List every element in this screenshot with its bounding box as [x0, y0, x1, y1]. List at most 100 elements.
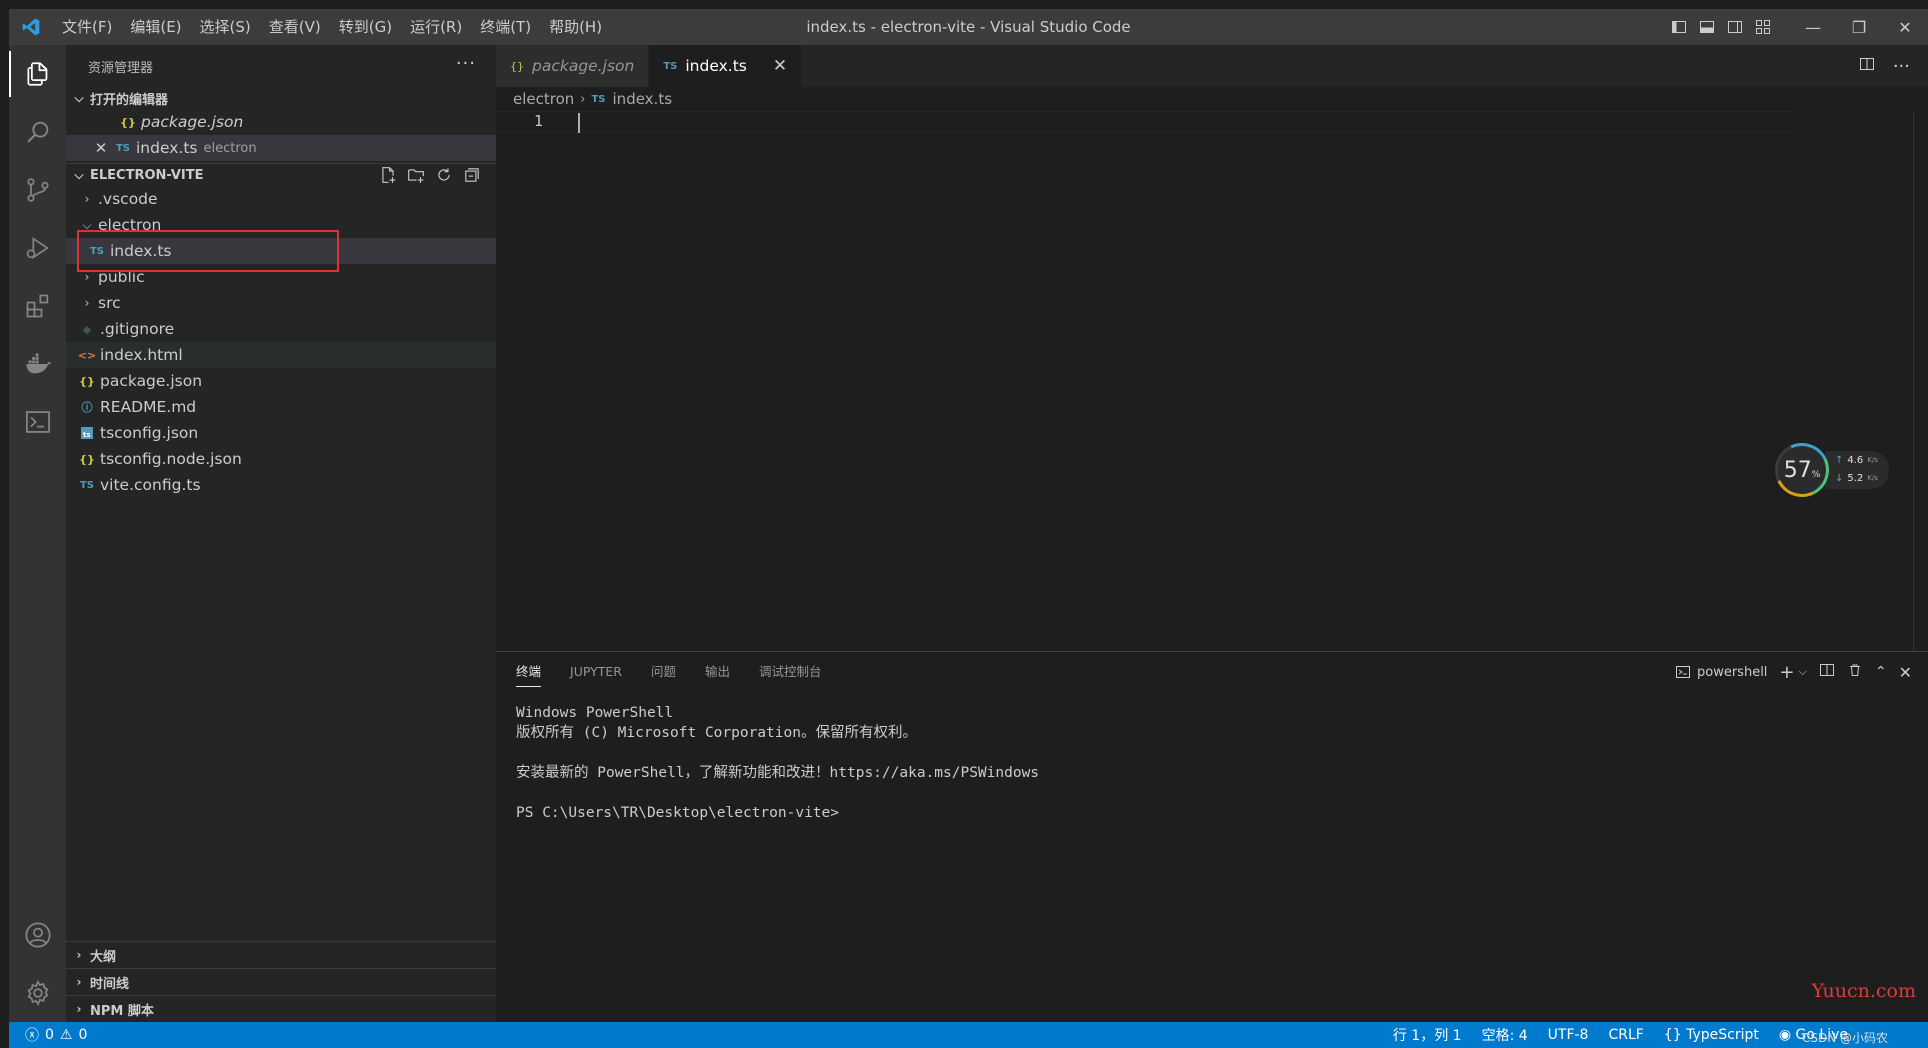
usage-gauge: 57% — [1767, 435, 1837, 505]
close-tab-icon[interactable]: ✕ — [773, 56, 787, 76]
search-icon[interactable] — [9, 103, 66, 161]
title-controls: — ❐ ✕ — [1666, 9, 1928, 45]
tree-file-index-html[interactable]: <> index.html — [66, 342, 496, 368]
tree-folder-src[interactable]: › src — [66, 290, 496, 316]
explorer-icon[interactable] — [9, 45, 66, 103]
encoding[interactable]: UTF-8 — [1548, 1027, 1589, 1043]
menu-run[interactable]: 运行(R) — [401, 9, 471, 45]
tree-file-readme[interactable]: ⓘ README.md — [66, 394, 496, 420]
terminal-selector[interactable]: powershell — [1675, 664, 1767, 680]
breadcrumb-file[interactable]: index.ts — [613, 90, 673, 108]
new-file-icon[interactable] — [378, 165, 398, 185]
menu-edit[interactable]: 编辑(E) — [121, 9, 190, 45]
restore-button[interactable]: ❐ — [1836, 9, 1882, 45]
outline-section[interactable]: › 大纲 — [66, 941, 496, 968]
tab-index-ts[interactable]: TS index.ts ✕ — [649, 45, 803, 87]
close-icon[interactable]: ✕ — [92, 139, 110, 157]
timeline-section[interactable]: › 时间线 — [66, 968, 496, 995]
menu-terminal[interactable]: 终端(T) — [471, 9, 540, 45]
extensions-icon[interactable] — [9, 277, 66, 335]
status-bar: ⓧ 0 ⚠ 0 行 1，列 1 空格: 4 UTF-8 CRLF {} Type… — [9, 1022, 1928, 1048]
tab-output[interactable]: 输出 — [705, 659, 730, 685]
tree-file-tsconfig-node[interactable]: {} tsconfig.node.json — [66, 446, 496, 472]
collapse-all-icon[interactable] — [462, 165, 482, 185]
terminal-output[interactable]: Windows PowerShell 版权所有 (C) Microsoft Cor… — [496, 692, 1928, 823]
run-debug-icon[interactable] — [9, 219, 66, 277]
settings-icon[interactable] — [9, 964, 66, 1022]
explorer-sidebar: 资源管理器 ··· ⌵ 打开的编辑器 {} package.json ✕ TS … — [66, 45, 496, 1022]
menu-file[interactable]: 文件(F) — [53, 9, 121, 45]
menu-selection[interactable]: 选择(S) — [191, 9, 260, 45]
split-editor-icon[interactable] — [1859, 56, 1875, 76]
explorer-title-label: 资源管理器 — [88, 60, 154, 76]
ts-file-icon: TS — [89, 245, 105, 257]
breadcrumb: electron › TS index.ts — [496, 87, 1928, 111]
menu-help[interactable]: 帮助(H) — [540, 9, 611, 45]
close-window-button[interactable]: ✕ — [1882, 9, 1928, 45]
tsconfig-file-icon: ts — [78, 427, 96, 439]
chevron-down-icon: ⌵ — [82, 217, 92, 232]
bottom-panel: 终端 JUPYTER 问题 输出 调试控制台 powershell + ⌵ ⌃ … — [496, 651, 1928, 1022]
explorer-tools — [378, 165, 482, 185]
line-ending[interactable]: CRLF — [1608, 1027, 1643, 1043]
tree-file-gitignore[interactable]: ◆ .gitignore — [66, 316, 496, 342]
scrollbar-track[interactable] — [1913, 111, 1914, 651]
trash-icon[interactable] — [1847, 662, 1863, 682]
project-header[interactable]: ⌵ ELECTRON-VITE — [66, 163, 496, 186]
indentation[interactable]: 空格: 4 — [1482, 1025, 1528, 1045]
tab-jupyter[interactable]: JUPYTER — [570, 659, 622, 685]
tree-file-index-ts[interactable]: TS index.ts — [66, 238, 496, 264]
split-terminal-icon[interactable] — [1819, 662, 1835, 682]
docker-icon[interactable] — [9, 335, 66, 393]
minimize-button[interactable]: — — [1790, 9, 1836, 45]
ts-file-icon: TS — [663, 60, 678, 72]
chevron-right-icon: › — [76, 1002, 82, 1016]
toggle-secondary-sidebar-icon[interactable] — [1722, 9, 1748, 45]
line-number: 1 — [534, 112, 544, 130]
menu-go[interactable]: 转到(G) — [330, 9, 401, 45]
more-actions-icon[interactable]: ··· — [1893, 56, 1910, 77]
language-mode[interactable]: {} TypeScript — [1664, 1027, 1759, 1043]
source-control-icon[interactable] — [9, 161, 66, 219]
tab-terminal[interactable]: 终端 — [516, 659, 542, 687]
new-terminal-icon[interactable]: + — [1779, 662, 1794, 683]
text-cursor[interactable] — [578, 113, 580, 133]
toggle-panel-icon[interactable] — [1694, 9, 1720, 45]
vscode-logo-icon — [9, 9, 53, 45]
json-file-icon: {} — [79, 452, 95, 466]
tree-folder-vscode[interactable]: › .vscode — [66, 186, 496, 212]
tree-file-package-json[interactable]: {} package.json — [66, 368, 496, 394]
refresh-icon[interactable] — [434, 165, 454, 185]
problems-indicator[interactable]: ⓧ 0 ⚠ 0 — [9, 1025, 87, 1045]
tree-item-label: README.md — [100, 398, 197, 416]
tab-problems[interactable]: 问题 — [651, 659, 676, 685]
new-folder-icon[interactable] — [406, 165, 426, 185]
tree-folder-electron[interactable]: ⌵ electron — [66, 212, 496, 238]
info-file-icon: ⓘ — [81, 401, 93, 414]
menu-view[interactable]: 查看(V) — [260, 9, 330, 45]
more-actions-icon[interactable]: ··· — [456, 53, 476, 74]
breadcrumb-folder[interactable]: electron — [513, 90, 574, 108]
tab-package-json[interactable]: {} package.json — [496, 45, 650, 87]
tree-file-tsconfig[interactable]: ts tsconfig.json — [66, 420, 496, 446]
maximize-panel-icon[interactable]: ⌃ — [1875, 664, 1887, 680]
cursor-position[interactable]: 行 1，列 1 — [1393, 1025, 1462, 1045]
close-panel-icon[interactable]: ✕ — [1899, 663, 1912, 682]
speed-unit: K/s — [1867, 456, 1878, 464]
open-editors-header[interactable]: ⌵ 打开的编辑器 — [66, 87, 496, 109]
npm-scripts-section[interactable]: › NPM 脚本 — [66, 995, 496, 1022]
account-icon[interactable] — [9, 906, 66, 964]
open-editor-item[interactable]: ✕ TS index.ts electron — [66, 135, 496, 161]
tree-item-label: .gitignore — [100, 320, 175, 338]
open-editor-item[interactable]: {} package.json — [66, 109, 496, 135]
terminal-icon[interactable] — [9, 393, 66, 451]
ts-file-icon: TS — [591, 93, 606, 105]
tree-folder-public[interactable]: › public — [66, 264, 496, 290]
tree-file-vite-config[interactable]: TS vite.config.ts — [66, 472, 496, 498]
terminal-prompt: PS C:\Users\TR\Desktop\electron-vite> — [516, 805, 840, 821]
toggle-primary-sidebar-icon[interactable] — [1666, 9, 1692, 45]
customize-layout-icon[interactable] — [1750, 9, 1776, 45]
terminal-type: powershell — [1697, 664, 1768, 680]
chevron-down-icon[interactable]: ⌵ — [1799, 665, 1807, 679]
tab-debug-console[interactable]: 调试控制台 — [759, 659, 822, 685]
